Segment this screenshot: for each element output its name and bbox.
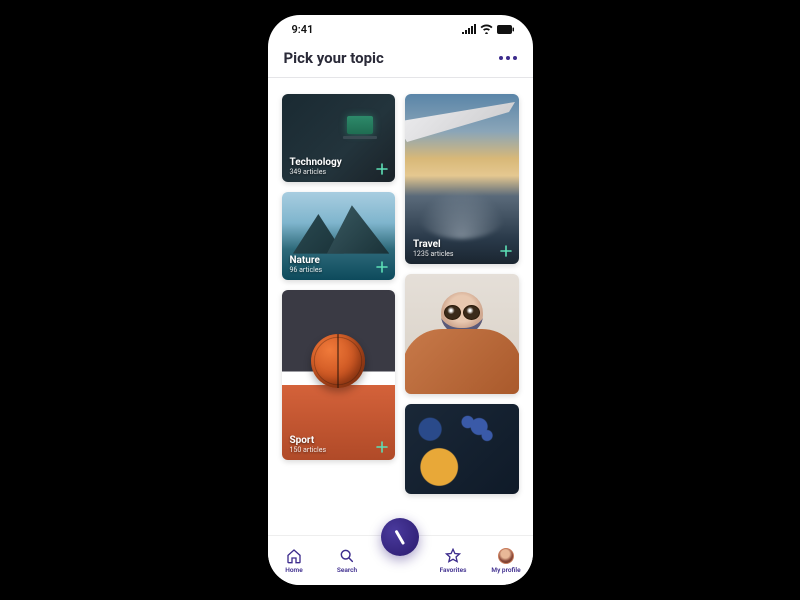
plus-icon <box>376 261 388 273</box>
home-icon <box>286 548 302 564</box>
topic-title: Technology <box>290 157 342 168</box>
topic-sub: 349 articles <box>290 168 342 176</box>
topic-card-food[interactable] <box>405 404 519 494</box>
plus-icon <box>500 375 512 387</box>
topic-card-fashion[interactable]: Fashion 720 articles <box>405 274 519 394</box>
avatar-icon <box>498 548 514 564</box>
topic-card-technology[interactable]: Technology 349 articles <box>282 94 396 182</box>
more-menu[interactable] <box>499 56 517 60</box>
topic-title: Travel <box>413 239 454 250</box>
nav-label: My profile <box>491 566 520 574</box>
plus-icon <box>376 441 388 453</box>
topic-sub: 150 articles <box>290 446 327 454</box>
topic-title: Nature <box>290 255 323 266</box>
page-title: Pick your topic <box>284 49 384 67</box>
nav-search[interactable]: Search <box>325 548 369 574</box>
add-topic-button[interactable] <box>375 162 389 176</box>
nav-label: Favorites <box>440 566 467 574</box>
topic-grid[interactable]: Technology 349 articles Nature 96 articl… <box>268 78 533 535</box>
nav-favorites[interactable]: Favorites <box>431 548 475 574</box>
nav-label: Search <box>337 566 357 574</box>
header: Pick your topic <box>268 43 533 77</box>
topic-sub: 1235 articles <box>413 250 454 258</box>
add-topic-button[interactable] <box>499 244 513 258</box>
phone-frame: 9:41 Pick your topic Technology 349 arti… <box>268 15 533 585</box>
pen-icon <box>395 529 405 544</box>
nav-label: Home <box>285 566 302 574</box>
bottom-nav: Home Search Favorites My profile <box>268 535 533 585</box>
wifi-icon <box>480 24 493 34</box>
topic-title: Sport <box>290 435 327 446</box>
nav-profile[interactable]: My profile <box>484 548 528 574</box>
topic-sub: 720 articles <box>413 380 450 388</box>
battery-icon <box>497 25 515 34</box>
status-time: 9:41 <box>292 23 314 36</box>
add-topic-button[interactable] <box>375 440 389 454</box>
topic-sub: 96 articles <box>290 266 323 274</box>
topic-title: Fashion <box>413 369 450 380</box>
add-topic-button[interactable] <box>499 374 513 388</box>
signal-icon <box>462 24 476 34</box>
search-icon <box>339 548 355 564</box>
status-icons <box>462 24 515 34</box>
compose-fab[interactable] <box>381 518 419 556</box>
nav-home[interactable]: Home <box>272 548 316 574</box>
topic-card-nature[interactable]: Nature 96 articles <box>282 192 396 280</box>
status-bar: 9:41 <box>268 15 533 43</box>
add-topic-button[interactable] <box>375 260 389 274</box>
topic-card-travel[interactable]: Travel 1235 articles <box>405 94 519 264</box>
topic-card-sport[interactable]: Sport 150 articles <box>282 290 396 460</box>
plus-icon <box>500 245 512 257</box>
star-icon <box>445 548 461 564</box>
plus-icon <box>376 163 388 175</box>
